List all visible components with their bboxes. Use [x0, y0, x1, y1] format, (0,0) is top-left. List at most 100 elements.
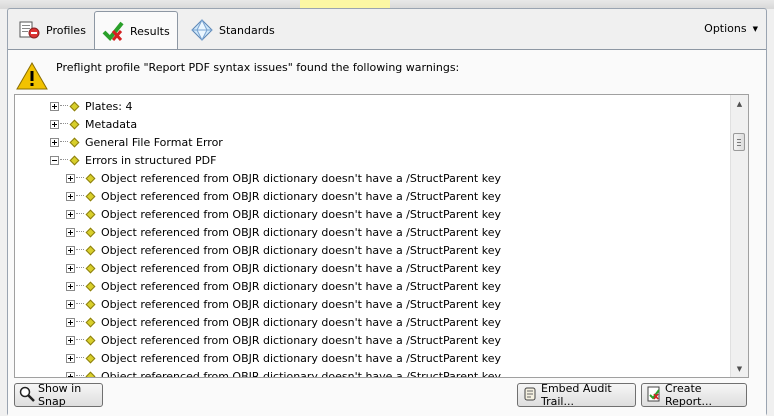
diamond-icon: [69, 101, 80, 111]
diamond-icon: [85, 371, 96, 377]
tab-results[interactable]: Results: [94, 11, 178, 50]
tree-child-row[interactable]: Object referenced from OBJR dictionary d…: [15, 367, 729, 378]
tab-results-label: Results: [130, 24, 170, 38]
expand-icon[interactable]: [66, 281, 75, 291]
scrollbar-thumb[interactable]: [733, 133, 745, 151]
results-message: Preflight profile "Report PDF syntax iss…: [56, 61, 460, 74]
expand-icon[interactable]: [66, 245, 75, 255]
tree-child-row[interactable]: Object referenced from OBJR dictionary d…: [15, 241, 729, 259]
tree-item-label: Object referenced from OBJR dictionary d…: [101, 279, 501, 293]
tree-child-row[interactable]: Object referenced from OBJR dictionary d…: [15, 169, 729, 187]
magnifier-icon: [19, 386, 35, 405]
expand-icon[interactable]: [66, 227, 75, 237]
diamond-icon: [85, 263, 96, 273]
results-content: Preflight profile "Report PDF syntax iss…: [8, 49, 766, 416]
tree-row[interactable]: General File Format Error: [15, 133, 729, 151]
expand-icon[interactable]: [66, 317, 75, 327]
tree-child-row[interactable]: Object referenced from OBJR dictionary d…: [15, 223, 729, 241]
expand-icon[interactable]: [66, 191, 75, 201]
warning-icon: [16, 61, 48, 93]
diamond-icon: [85, 245, 96, 255]
results-checkmark-icon: [101, 20, 125, 42]
profiles-icon: [17, 19, 41, 41]
tree-child-row[interactable]: Object referenced from OBJR dictionary d…: [15, 277, 729, 295]
expand-icon[interactable]: [66, 353, 75, 363]
tree-connector: [76, 303, 84, 305]
create-report-label: Create Report...: [665, 382, 712, 408]
tree-connector: [76, 357, 84, 359]
tree-connector: [60, 159, 68, 161]
tree-child-row[interactable]: Object referenced from OBJR dictionary d…: [15, 187, 729, 205]
tree-row[interactable]: Plates: 4: [15, 97, 729, 115]
diamond-icon: [85, 353, 96, 363]
report-icon: [646, 386, 662, 405]
expand-icon[interactable]: [66, 335, 75, 345]
standards-crystal-icon: [190, 18, 214, 42]
tree-connector: [76, 339, 84, 341]
tree-connector: [76, 267, 84, 269]
diamond-icon: [85, 227, 96, 237]
vertical-scrollbar[interactable]: ▲ ▼: [730, 95, 748, 377]
tree-item-label: Object referenced from OBJR dictionary d…: [101, 297, 501, 311]
tree-item-label: Object referenced from OBJR dictionary d…: [101, 351, 501, 365]
expand-icon[interactable]: [50, 137, 59, 147]
tree-child-row[interactable]: Object referenced from OBJR dictionary d…: [15, 349, 729, 367]
tree-item-label: Object referenced from OBJR dictionary d…: [101, 171, 501, 185]
tree-connector: [76, 285, 84, 287]
bottom-toolbar: Show in Snap Embed Audit Trail... Create…: [8, 378, 766, 416]
diamond-icon: [85, 335, 96, 345]
tree-connector: [76, 177, 84, 179]
audit-scroll-icon: [522, 386, 538, 405]
tree-connector: [76, 321, 84, 323]
tree-connector: [60, 105, 68, 107]
tree-child-row[interactable]: Object referenced from OBJR dictionary d…: [15, 331, 729, 349]
tree-child-row[interactable]: Object referenced from OBJR dictionary d…: [15, 295, 729, 313]
diamond-icon: [85, 299, 96, 309]
tree-connector: [76, 231, 84, 233]
tree-child-row[interactable]: Object referenced from OBJR dictionary d…: [15, 205, 729, 223]
tree-item-label: Object referenced from OBJR dictionary d…: [101, 189, 501, 203]
tree-rows: Plates: 4 Metadata General File Format Err…: [15, 97, 729, 378]
show-in-snap-label: Show in Snap: [38, 382, 82, 408]
diamond-icon: [85, 317, 96, 327]
scroll-down-icon[interactable]: ▼: [731, 360, 748, 377]
create-report-button[interactable]: Create Report...: [641, 382, 747, 408]
tree-item-label: Object referenced from OBJR dictionary d…: [101, 207, 501, 221]
tab-standards-label: Standards: [219, 23, 275, 37]
preflight-panel: Profiles Results Standards Options ▼ Pre…: [7, 8, 767, 416]
tree-row[interactable]: Errors in structured PDF: [15, 151, 729, 169]
results-header: Preflight profile "Report PDF syntax iss…: [16, 58, 758, 98]
tree-child-row[interactable]: Object referenced from OBJR dictionary d…: [15, 313, 729, 331]
collapse-icon[interactable]: [50, 155, 59, 165]
diamond-icon: [69, 155, 80, 165]
results-tree[interactable]: Plates: 4 Metadata General File Format Err…: [14, 94, 749, 378]
scroll-up-icon[interactable]: ▲: [731, 95, 748, 112]
expand-icon[interactable]: [66, 299, 75, 309]
tab-profiles[interactable]: Profiles: [11, 13, 93, 47]
diamond-icon: [85, 209, 96, 219]
options-label: Options: [704, 22, 747, 35]
tree-connector: [76, 195, 84, 197]
tree-child-row[interactable]: Object referenced from OBJR dictionary d…: [15, 259, 729, 277]
diamond-icon: [85, 191, 96, 201]
options-menu[interactable]: Options ▼: [704, 22, 758, 35]
tab-standards[interactable]: Standards: [184, 13, 284, 47]
expand-icon[interactable]: [50, 119, 59, 129]
tree-item-label: Object referenced from OBJR dictionary d…: [101, 243, 501, 257]
expand-icon[interactable]: [66, 263, 75, 273]
tree-connector: [60, 141, 68, 143]
diamond-icon: [85, 173, 96, 183]
tree-item-label: Object referenced from OBJR dictionary d…: [101, 369, 501, 378]
tree-connector: [60, 123, 68, 125]
tree-item-label: Object referenced from OBJR dictionary d…: [101, 315, 501, 329]
tree-row[interactable]: Metadata: [15, 115, 729, 133]
embed-audit-trail-button[interactable]: Embed Audit Trail...: [517, 382, 636, 408]
expand-icon[interactable]: [66, 173, 75, 183]
expand-icon[interactable]: [66, 209, 75, 219]
tree-item-label: Object referenced from OBJR dictionary d…: [101, 225, 501, 239]
show-in-snap-button[interactable]: Show in Snap: [14, 382, 103, 408]
tree-connector: [76, 375, 84, 377]
expand-icon[interactable]: [50, 101, 59, 111]
tab-bar: Profiles Results Standards Options ▼: [8, 9, 766, 50]
tree-item-label: Object referenced from OBJR dictionary d…: [101, 261, 501, 275]
